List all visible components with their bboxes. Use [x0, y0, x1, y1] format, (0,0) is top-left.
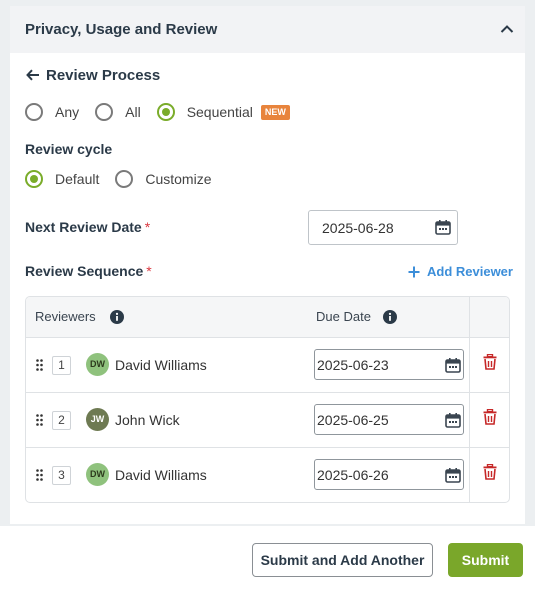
- table-header: Reviewers Due Date: [26, 297, 509, 338]
- panel-title: Privacy, Usage and Review: [25, 21, 218, 38]
- add-reviewer-button[interactable]: Add Reviewer: [408, 264, 513, 279]
- avatar: JW: [86, 408, 109, 431]
- calendar-icon[interactable]: [445, 357, 461, 373]
- order-number: 1: [52, 356, 71, 375]
- trash-icon[interactable]: [483, 464, 497, 480]
- radio-sequential-label[interactable]: Sequential: [187, 104, 253, 120]
- reviewer-name: John Wick: [115, 412, 180, 428]
- calendar-icon[interactable]: [445, 412, 461, 428]
- due-date-input[interactable]: 2025-06-25: [314, 404, 464, 435]
- calendar-icon[interactable]: [445, 467, 461, 483]
- due-date-value: 2025-06-23: [317, 356, 389, 373]
- table-row: 1 DW David Williams 2025-06-23: [26, 338, 509, 393]
- review-sequence-text: Review Sequence: [25, 263, 144, 279]
- radio-any-label[interactable]: Any: [55, 104, 79, 120]
- column-reviewers: Reviewers: [35, 309, 124, 324]
- required-mark: *: [146, 263, 152, 279]
- calendar-icon[interactable]: [435, 219, 451, 235]
- trash-icon[interactable]: [483, 409, 497, 425]
- order-number: 2: [52, 411, 71, 430]
- table-row: 2 JW John Wick 2025-06-25: [26, 393, 509, 448]
- trash-icon[interactable]: [483, 354, 497, 370]
- add-reviewer-label[interactable]: Add Reviewer: [427, 264, 513, 279]
- due-date-input[interactable]: 2025-06-26: [314, 459, 464, 490]
- order-number: 3: [52, 466, 71, 485]
- next-review-date-text: Next Review Date: [25, 219, 142, 235]
- radio-default[interactable]: [25, 170, 43, 188]
- review-cycle-label: Review cycle: [25, 141, 113, 157]
- table-row: 3 DW David Williams 2025-06-26: [26, 448, 509, 502]
- column-due-date-label: Due Date: [316, 309, 371, 324]
- new-badge: NEW: [260, 104, 290, 120]
- radio-customize-label[interactable]: Customize: [145, 171, 211, 187]
- due-date-value: 2025-06-25: [317, 411, 389, 428]
- drag-handle-icon[interactable]: [36, 469, 43, 481]
- submit-button[interactable]: Submit: [448, 543, 523, 577]
- avatar: DW: [86, 463, 109, 486]
- next-review-date-label: Next Review Date *: [25, 219, 150, 235]
- column-reviewers-label: Reviewers: [35, 309, 96, 324]
- due-date-value: 2025-06-26: [317, 466, 389, 483]
- plus-icon: [408, 266, 420, 277]
- submit-and-add-another-button[interactable]: Submit and Add Another: [252, 543, 433, 577]
- radio-all[interactable]: [95, 103, 114, 121]
- reviewers-table: Reviewers Due Date 1 DW David Williams 2…: [25, 296, 510, 503]
- info-icon[interactable]: [109, 309, 124, 324]
- privacy-usage-review-panel: Privacy, Usage and Review Review Process…: [10, 6, 525, 524]
- radio-any[interactable]: [25, 103, 43, 121]
- next-review-date-value: 2025-06-28: [322, 219, 394, 236]
- chevron-up-icon[interactable]: [500, 24, 514, 34]
- due-date-input[interactable]: 2025-06-23: [314, 349, 464, 380]
- review-process-title: Review Process: [46, 66, 161, 84]
- reviewer-name: David Williams: [115, 357, 207, 373]
- review-process-back[interactable]: Review Process: [26, 66, 160, 84]
- form-footer: Submit and Add Another Submit: [0, 526, 535, 591]
- radio-customize[interactable]: [115, 170, 134, 188]
- review-process-options: Any All Sequential NEW: [25, 102, 290, 122]
- next-review-date-input[interactable]: 2025-06-28: [308, 210, 458, 245]
- review-sequence-label: Review Sequence *: [25, 263, 152, 279]
- arrow-left-icon[interactable]: [26, 69, 40, 81]
- radio-all-label[interactable]: All: [125, 104, 141, 120]
- info-icon[interactable]: [382, 309, 397, 324]
- required-mark: *: [144, 219, 151, 235]
- panel-header[interactable]: Privacy, Usage and Review: [10, 6, 525, 53]
- column-due-date: Due Date: [316, 309, 397, 324]
- review-cycle-options: Default Customize: [25, 169, 228, 189]
- avatar: DW: [86, 353, 109, 376]
- drag-handle-icon[interactable]: [36, 359, 43, 371]
- radio-sequential[interactable]: [156, 103, 175, 121]
- drag-handle-icon[interactable]: [36, 414, 43, 426]
- reviewer-name: David Williams: [115, 467, 207, 483]
- radio-default-label[interactable]: Default: [55, 171, 99, 187]
